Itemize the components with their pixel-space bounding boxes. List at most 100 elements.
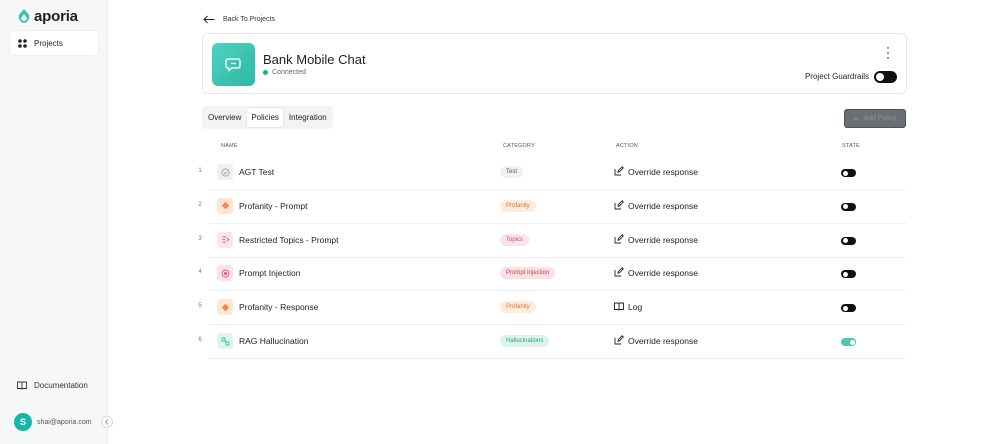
category-badge: Prompt Injection <box>500 267 556 280</box>
policy-name: Restricted Topics - Prompt <box>239 234 339 245</box>
row-number: 6 <box>198 337 202 343</box>
tab-overview[interactable]: Overview <box>204 108 245 127</box>
edit-icon <box>614 335 624 347</box>
chat-icon <box>224 57 241 72</box>
policy-action: Override response <box>614 166 698 178</box>
project-avatar <box>212 43 255 86</box>
category-badge: Profanity <box>500 199 536 212</box>
column-header-state: STATE <box>842 143 860 149</box>
logo[interactable]: aporia <box>18 7 78 25</box>
topics-icon <box>217 231 233 248</box>
policy-state-toggle[interactable] <box>841 270 856 279</box>
column-header-category: CATEGORY <box>503 143 535 149</box>
sidebar-item-projects[interactable]: Projects <box>10 31 98 55</box>
table-row[interactable]: 5 Profanity - Response Profanity Log <box>198 291 906 326</box>
status-dot-icon <box>263 70 268 75</box>
book-icon <box>614 302 624 313</box>
policy-state-toggle[interactable] <box>841 169 856 177</box>
table-row[interactable]: 1 AGT Test Test Override response <box>198 156 906 190</box>
policy-name: Profanity - Prompt <box>239 200 308 211</box>
table-row[interactable]: 3 Restricted Topics - Prompt Topics Over… <box>198 224 906 258</box>
injection-icon <box>217 265 233 282</box>
policy-state-toggle[interactable] <box>841 202 856 211</box>
back-label: Back To Projects <box>223 15 276 23</box>
project-guardrails: Project Guardrails <box>805 70 897 83</box>
policy-state-toggle[interactable] <box>841 236 856 245</box>
add-policy-label: Add Policy <box>863 115 897 122</box>
check-circle-icon <box>217 164 233 180</box>
category-badge: Test <box>500 166 524 178</box>
edit-icon <box>614 267 624 279</box>
user-email: shai@aporia.com <box>37 418 92 426</box>
back-to-projects-link[interactable]: Back To Projects <box>203 13 275 25</box>
action-label: Override response <box>628 268 698 279</box>
status-text: Connected <box>272 69 306 76</box>
policy-name: Prompt Injection <box>239 268 301 279</box>
state-cell <box>841 236 856 245</box>
project-tabs: Overview Policies Integration <box>202 106 333 129</box>
state-cell <box>841 169 856 177</box>
policy-state-toggle[interactable] <box>841 304 856 313</box>
project-card: Bank Mobile Chat Connected Project Guard… <box>202 33 907 94</box>
policy-name: Profanity - Response <box>239 302 319 313</box>
edit-icon <box>614 199 624 212</box>
connection-status: Connected <box>263 69 306 76</box>
collapse-sidebar-button[interactable] <box>101 416 113 428</box>
edit-icon <box>614 233 624 246</box>
row-number: 5 <box>198 303 202 310</box>
action-label: Override response <box>628 234 698 245</box>
guardrails-label: Project Guardrails <box>804 72 869 81</box>
user-menu[interactable]: S shai@aporia.com <box>14 412 104 432</box>
policy-name: AGT Test <box>239 167 275 177</box>
policy-action: Override response <box>614 335 698 347</box>
chevron-left-icon <box>104 419 109 425</box>
table-row[interactable]: 2 Profanity - Prompt Profanity Override … <box>198 190 906 224</box>
row-number: 2 <box>198 201 202 208</box>
table-row[interactable]: 4 Prompt Injection Prompt Injection Over… <box>198 257 906 292</box>
tab-integration[interactable]: Integration <box>285 108 331 127</box>
category-badge: Profanity <box>500 301 536 314</box>
edit-icon <box>614 166 624 178</box>
state-cell <box>841 304 856 313</box>
column-header-name: NAME <box>221 143 238 149</box>
sidebar-item-label: Documentation <box>34 380 88 390</box>
sidebar: aporia Projects Documentation S shai@apo… <box>0 0 108 444</box>
category-badge: Topics <box>500 233 530 246</box>
row-number: 4 <box>198 269 202 276</box>
row-number: 3 <box>198 235 202 242</box>
action-label: Override response <box>628 200 698 211</box>
row-number: 1 <box>198 168 202 174</box>
logo-text: aporia <box>34 7 78 25</box>
avatar: S <box>14 413 32 431</box>
action-label: Override response <box>628 336 698 346</box>
action-label: Log <box>628 302 643 313</box>
table-row[interactable]: 6 RAG Hallucination Hallucinations Overr… <box>198 325 906 359</box>
policy-action: Log <box>614 301 642 313</box>
book-icon <box>17 381 27 390</box>
policy-action: Override response <box>614 199 698 212</box>
plus-icon <box>853 116 859 121</box>
action-label: Override response <box>628 167 698 177</box>
policy-action: Override response <box>614 233 698 246</box>
sidebar-item-documentation[interactable]: Documentation <box>17 378 88 392</box>
aporia-logo-icon <box>18 8 30 23</box>
policy-action: Override response <box>614 267 698 279</box>
tab-policies[interactable]: Policies <box>247 108 283 127</box>
sidebar-item-label: Projects <box>34 38 63 48</box>
state-cell <box>841 270 856 279</box>
add-policy-button[interactable]: Add Policy <box>844 109 906 128</box>
project-title: Bank Mobile Chat <box>263 52 366 67</box>
category-badge: Hallucinations <box>500 335 550 347</box>
policy-name: RAG Hallucination <box>239 336 309 346</box>
more-options-icon[interactable] <box>885 47 891 59</box>
alert-icon <box>217 197 233 214</box>
guardrails-toggle[interactable] <box>874 70 897 83</box>
grid-icon <box>18 38 27 48</box>
policy-state-toggle[interactable] <box>841 338 856 346</box>
alert-icon <box>217 299 233 316</box>
column-header-action: ACTION <box>616 143 638 149</box>
state-cell <box>841 202 856 211</box>
arrow-left-icon <box>203 15 215 23</box>
hallucination-icon <box>217 333 233 349</box>
state-cell <box>841 338 856 346</box>
